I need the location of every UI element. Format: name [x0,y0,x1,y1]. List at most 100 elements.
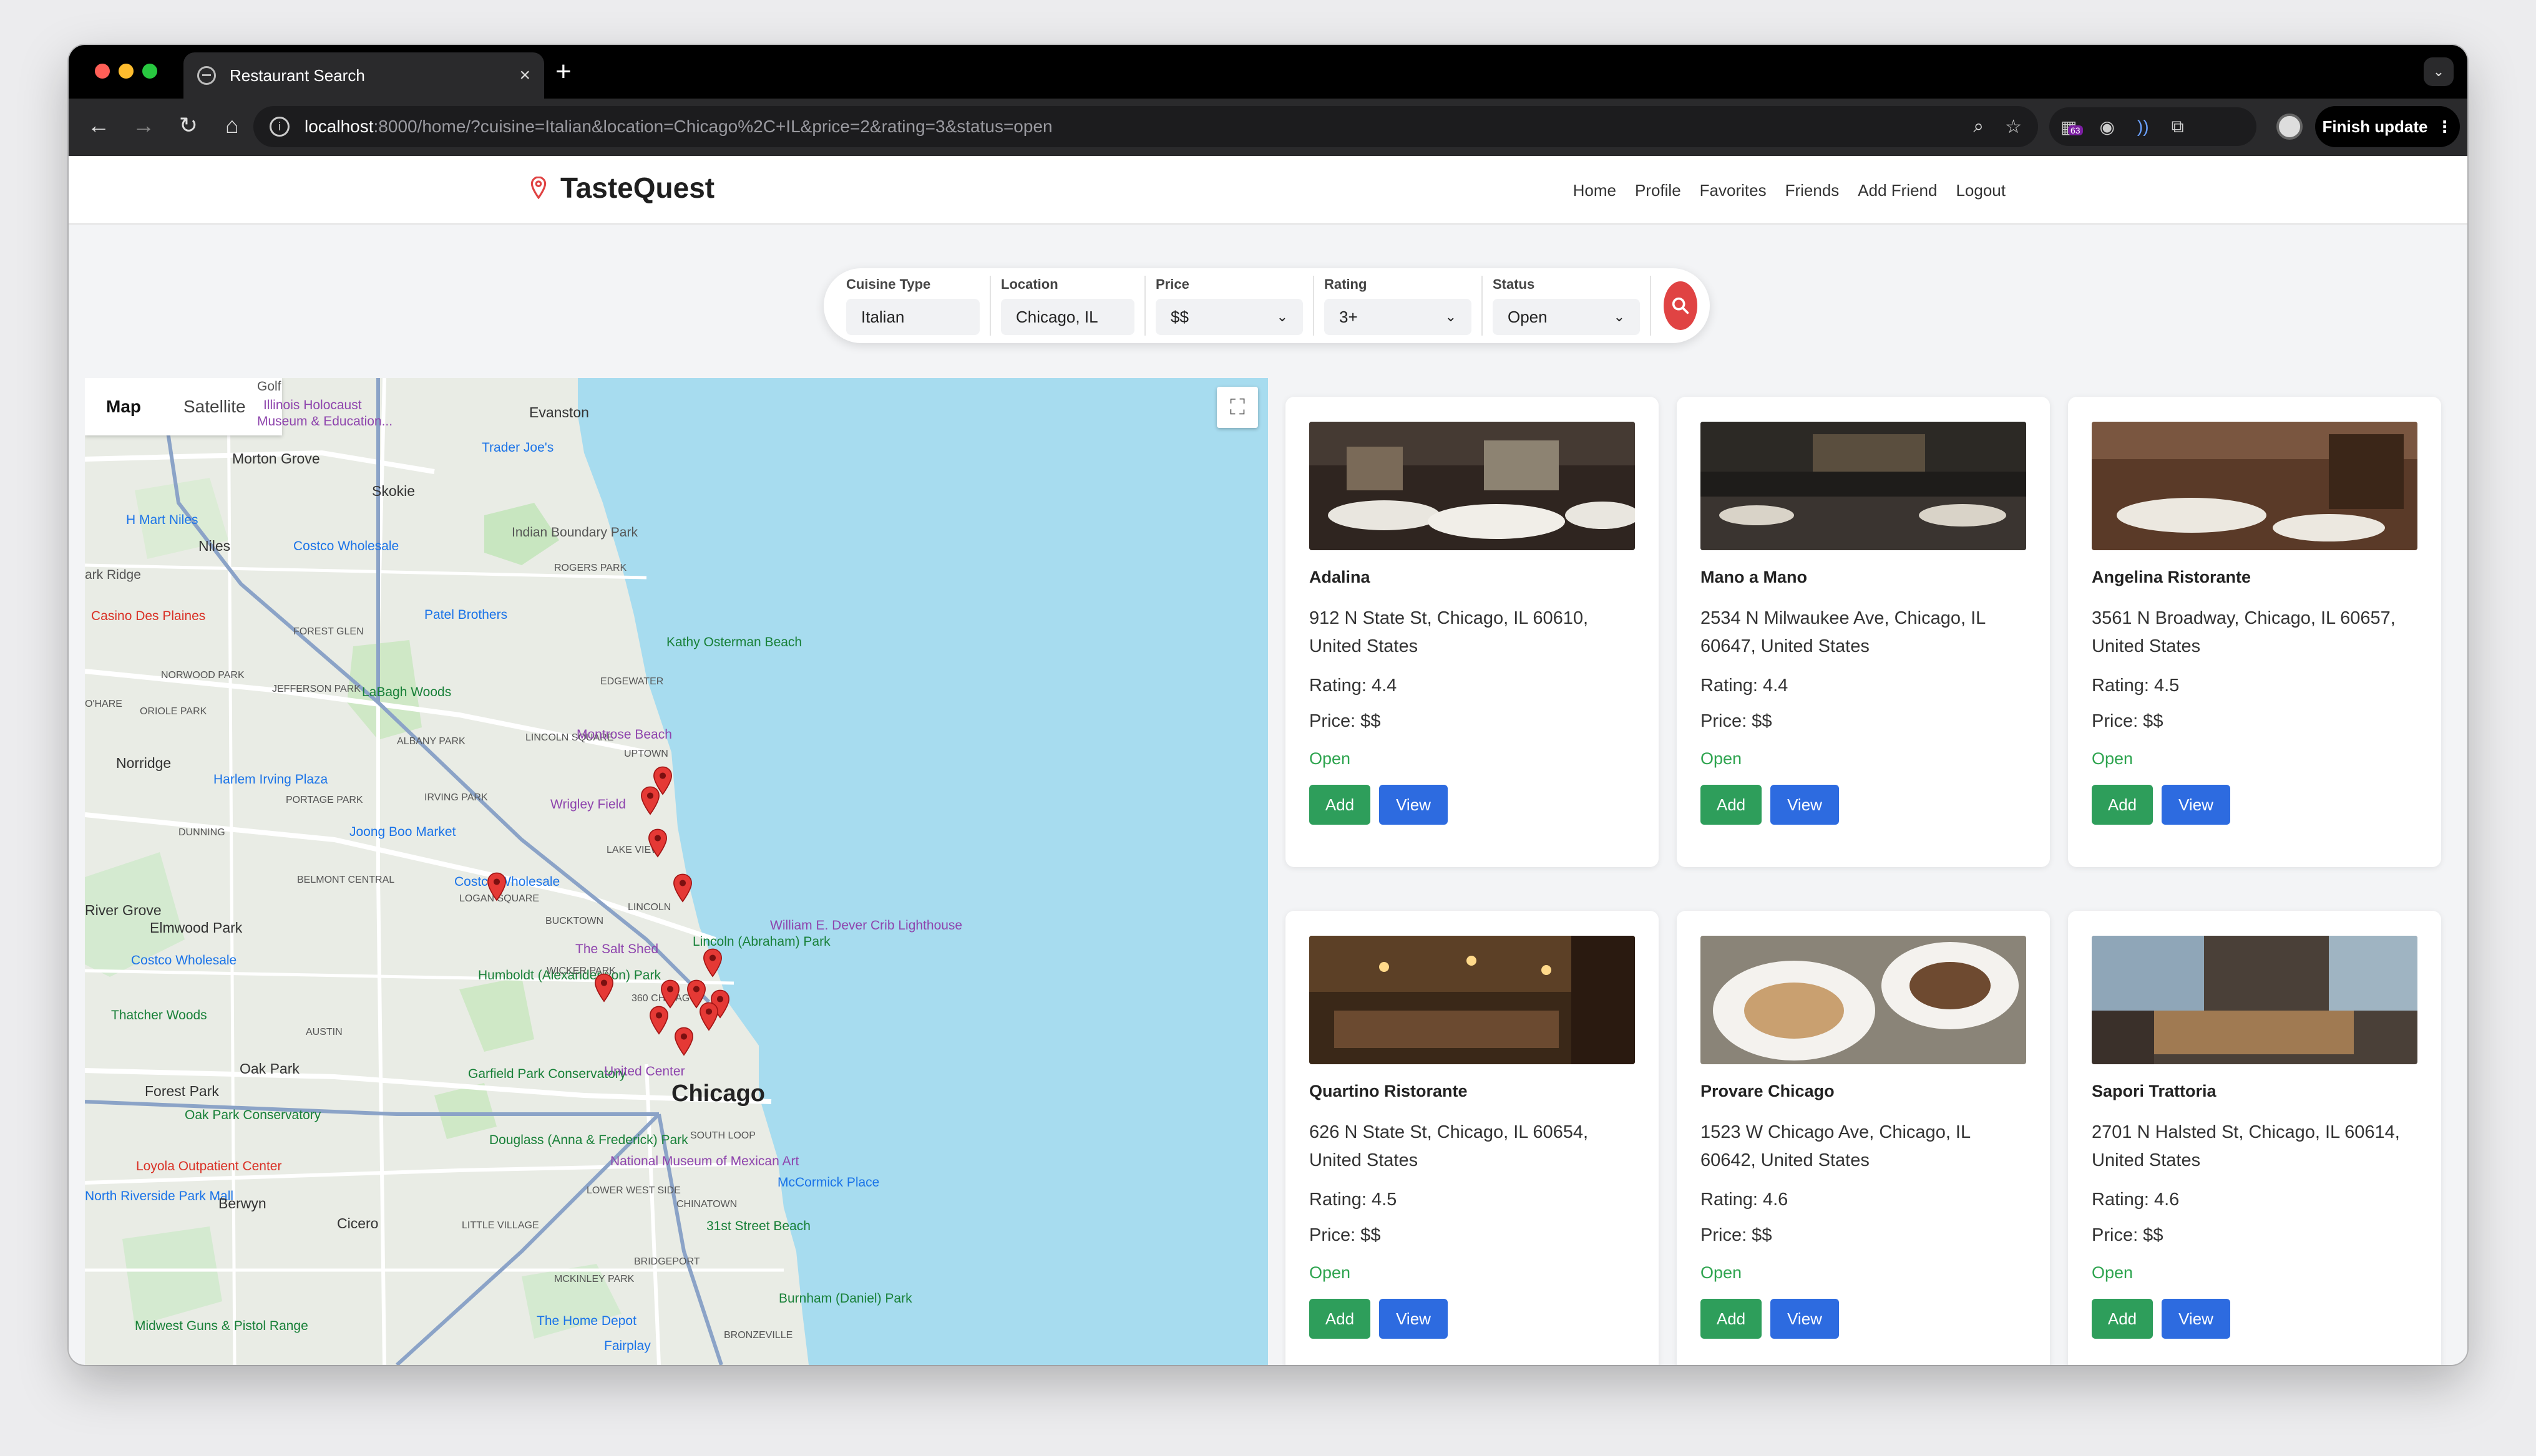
map-label: McCormick Place [778,1175,880,1190]
map-label: LINCOLN [628,902,671,913]
extension-folder-icon[interactable]: ▦63 [2060,117,2083,137]
back-arrow-icon[interactable]: ← [84,112,114,138]
map-label: Skokie [372,483,416,499]
map-label: Fairplay [604,1339,651,1353]
map-label: North Riverside Park Mall [85,1189,234,1203]
extension-audio-icon[interactable]: )) [2137,117,2149,137]
search-button[interactable] [1664,281,1697,330]
restaurant-name: Sapori Trattoria [2092,1082,2217,1100]
finish-update-button[interactable]: Finish update ⋮ [2315,106,2460,147]
restaurant-photo [1700,422,2026,550]
tab-search-chevron-icon[interactable]: ⌄ [2424,57,2454,86]
map-label: Costco Wholesale [131,953,237,968]
minimize-window-button[interactable] [119,64,134,79]
status-badge: Open [1309,749,1351,768]
satellite-tab[interactable]: Satellite [162,397,267,417]
map-label: UPTOWN [624,749,668,759]
brand[interactable]: TasteQuest [530,171,714,205]
map-tab[interactable]: Map [85,397,162,417]
cuisine-input[interactable]: Italian [846,299,980,335]
map-label: Norridge [116,755,172,771]
nav-home[interactable]: Home [1573,181,1616,200]
extensions-puzzle-icon[interactable]: ⧉ [2172,117,2184,137]
map-label: Indian Boundary Park [512,525,638,540]
location-input[interactable]: Chicago, IL [1001,299,1134,335]
restaurant-marker-icon[interactable] [486,872,507,902]
map-label: Oak Park [240,1060,300,1077]
map-label: EDGEWATER [600,676,664,687]
status-select[interactable]: Open ⌄ [1493,299,1640,335]
price-label: Price [1156,276,1189,292]
restaurant-marker-icon[interactable] [673,1027,695,1057]
add-button[interactable]: Add [2092,1299,2153,1339]
fullscreen-icon[interactable]: ⛶ [1217,387,1258,428]
zoom-window-button[interactable] [142,64,157,79]
nav-favorites[interactable]: Favorites [1700,181,1767,200]
new-tab-button[interactable]: + [555,56,572,87]
status-badge: Open [1700,1263,1742,1282]
nav-logout[interactable]: Logout [1956,181,2006,200]
nav-friends[interactable]: Friends [1785,181,1840,200]
view-button[interactable]: View [2162,785,2230,825]
url-text[interactable]: localhost:8000/home/?cuisine=Italian&loc… [305,117,1952,137]
restaurant-marker-icon[interactable] [698,1002,719,1032]
add-button[interactable]: Add [2092,785,2153,825]
map-label: DUNNING [178,827,225,838]
status-select-value: Open [1508,307,1548,326]
zoom-icon[interactable]: ⌕ [1973,116,1984,137]
restaurant-marker-icon[interactable] [702,948,723,978]
map-label: Burnham (Daniel) Park [779,1291,912,1306]
map-label: Cicero [337,1215,379,1231]
finish-update-label: Finish update [2322,117,2428,136]
map-label: River Grove [85,902,162,918]
status-badge: Open [2092,1263,2134,1282]
price-select[interactable]: $$ ⌄ [1156,299,1303,335]
map-label: 31st Street Beach [706,1219,811,1233]
view-button[interactable]: View [2162,1299,2230,1339]
restaurant-name: Quartino Ristorante [1309,1082,1468,1100]
restaurant-marker-icon[interactable] [648,1006,670,1036]
view-button[interactable]: View [1770,1299,1839,1339]
bookmark-star-icon[interactable]: ☆ [2005,116,2022,138]
map-view[interactable]: Map Satellite ⛶ Golf Evanston Illinois H… [85,378,1268,1365]
add-button[interactable]: Add [1700,1299,1762,1339]
restaurant-marker-icon[interactable] [660,979,681,1009]
restaurant-address: 912 N State St, Chicago, IL 60610, Unite… [1309,608,1589,656]
nav-add-friend[interactable]: Add Friend [1858,181,1937,200]
extension-cookie-icon[interactable]: ◉ [2099,117,2114,137]
tab-close-icon[interactable]: × [519,65,530,86]
view-button[interactable]: View [1379,785,1448,825]
map-label: Patel Brothers [424,608,508,622]
view-button[interactable]: View [1379,1299,1448,1339]
restaurant-price: Price: $$ [1700,711,1772,731]
map-label: Forest Park [145,1083,219,1099]
site-info-icon[interactable]: i [270,117,290,137]
home-icon[interactable]: ⌂ [217,112,247,138]
location-pin-icon [530,176,547,200]
reload-icon[interactable]: ↻ [173,112,203,138]
restaurant-marker-icon[interactable] [672,873,693,903]
location-label: Location [1001,276,1058,292]
add-button[interactable]: Add [1309,785,1370,825]
map-label: ROGERS PARK [554,563,627,573]
add-button[interactable]: Add [1700,785,1762,825]
map-label: ark Ridge [85,568,141,582]
restaurant-rating: Rating: 4.5 [2092,676,2180,696]
forward-arrow-icon[interactable]: → [129,112,158,138]
profile-avatar[interactable] [2276,114,2303,140]
add-button[interactable]: Add [1309,1299,1370,1339]
close-window-button[interactable] [95,64,110,79]
nav-profile[interactable]: Profile [1635,181,1681,200]
map-label: Wrigley Field [550,797,626,812]
view-button[interactable]: View [1770,785,1839,825]
rating-select[interactable]: 3+ ⌄ [1324,299,1471,335]
search-filter-bar: Cuisine Type Italian Location Chicago, I… [824,268,1710,343]
cuisine-filter: Cuisine Type Italian [836,276,991,336]
address-bar[interactable]: i localhost:8000/home/?cuisine=Italian&l… [253,106,2038,147]
map-label: BRONZEVILLE [724,1330,793,1341]
restaurant-marker-icon[interactable] [647,828,668,858]
map-label: Kathy Osterman Beach [666,635,802,649]
browser-tab[interactable]: Restaurant Search × [183,52,544,99]
restaurant-marker-icon[interactable] [593,973,615,1003]
restaurant-marker-icon[interactable] [640,786,661,816]
